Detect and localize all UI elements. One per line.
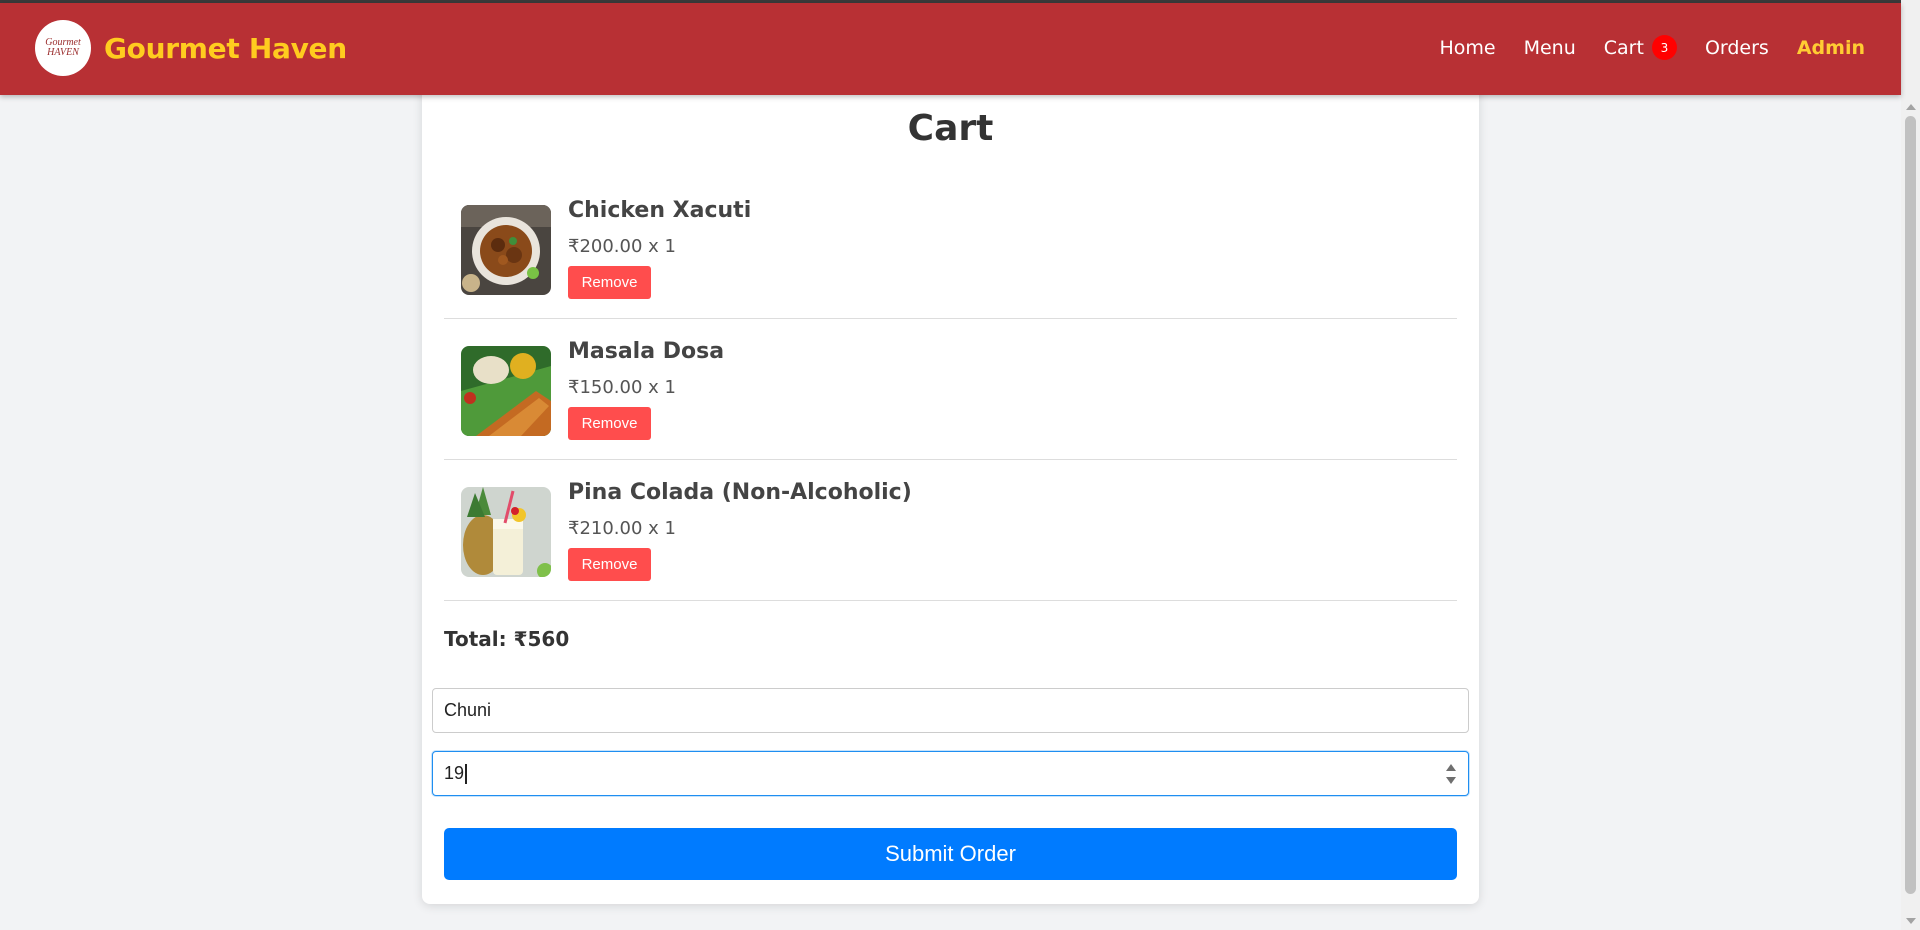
scroll-down-icon[interactable]: [1906, 918, 1916, 924]
nav-cart-label: Cart: [1603, 36, 1644, 59]
number-value: 19: [444, 763, 465, 783]
cart-card: Cart Chicken Xacuti ₹200.00 x 1 Remove M…: [422, 60, 1479, 904]
item-price: ₹150.00 x 1: [568, 377, 676, 398]
item-name: Chicken Xacuti: [568, 198, 752, 223]
navbar: Gourmet HAVEN Gourmet Haven Home Menu Ca…: [0, 3, 1901, 95]
masala-dosa-image: [461, 346, 551, 436]
customer-name-value: Chuni: [444, 700, 492, 720]
submit-order-button[interactable]: Submit Order: [444, 828, 1457, 880]
scroll-up-icon[interactable]: [1906, 104, 1916, 110]
cart-item: Masala Dosa ₹150.00 x 1 Remove: [444, 319, 1457, 460]
nav-cart[interactable]: Cart 3: [1604, 35, 1677, 60]
chicken-xacuti-image: [461, 205, 551, 295]
page-title: Cart: [907, 108, 994, 149]
item-price: ₹210.00 x 1: [568, 518, 676, 539]
item-name: Pina Colada (Non-Alcoholic): [568, 480, 912, 505]
nav-menu[interactable]: Menu: [1524, 37, 1576, 59]
nav-links: Home Menu Cart 3 Orders Admin: [1411, 35, 1865, 60]
logo-text: Gourmet HAVEN: [45, 37, 81, 58]
spinner-down-icon[interactable]: [1446, 777, 1456, 784]
remove-button[interactable]: Remove: [568, 548, 651, 581]
remove-button[interactable]: Remove: [568, 407, 651, 440]
scroll-thumb[interactable]: [1905, 116, 1916, 894]
text-caret: [465, 763, 467, 784]
nav-orders[interactable]: Orders: [1705, 37, 1769, 59]
cart-count-badge: 3: [1651, 35, 1677, 60]
customer-name-input[interactable]: Chuni: [432, 688, 1469, 733]
nav-home[interactable]: Home: [1439, 37, 1495, 59]
spinner-up-icon[interactable]: [1446, 764, 1456, 771]
number-spinner[interactable]: [1446, 763, 1456, 785]
cart-items-list: Chicken Xacuti ₹200.00 x 1 Remove Masala…: [444, 178, 1457, 601]
cart-item: Chicken Xacuti ₹200.00 x 1 Remove: [444, 178, 1457, 319]
pina-colada-image: [461, 487, 551, 577]
brand-name[interactable]: Gourmet Haven: [104, 32, 347, 65]
item-name: Masala Dosa: [568, 339, 725, 364]
number-input[interactable]: 19: [432, 751, 1469, 796]
page-scrollbar[interactable]: [1901, 0, 1920, 930]
restaurant-logo[interactable]: Gourmet HAVEN: [35, 20, 91, 76]
item-price: ₹200.00 x 1: [568, 236, 676, 257]
cart-item: Pina Colada (Non-Alcoholic) ₹210.00 x 1 …: [444, 460, 1457, 601]
nav-admin[interactable]: Admin: [1797, 37, 1865, 59]
remove-button[interactable]: Remove: [568, 266, 651, 299]
cart-total: Total: ₹560: [444, 627, 570, 651]
